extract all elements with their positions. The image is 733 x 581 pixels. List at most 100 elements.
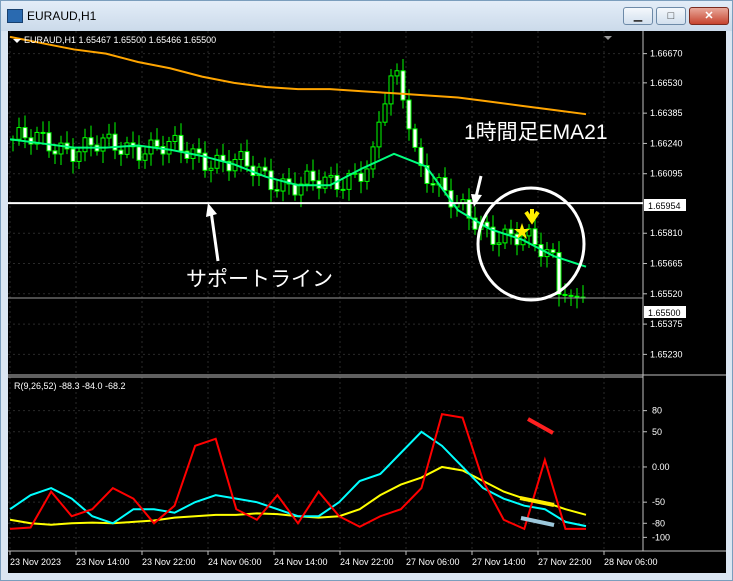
time-tick-label: 28 Nov 06:00 xyxy=(604,557,658,567)
time-tick-label: 23 Nov 22:00 xyxy=(142,557,196,567)
candle-body xyxy=(196,148,202,154)
candle-body xyxy=(502,228,508,244)
price-tick-label: 1.66530 xyxy=(650,78,683,88)
price-tick-label: 1.66670 xyxy=(650,49,683,59)
candle-body xyxy=(562,293,568,296)
candle-body xyxy=(52,150,58,155)
time-tick-label: 23 Nov 14:00 xyxy=(76,557,130,567)
slow-highlight-mark xyxy=(519,496,555,507)
candle-body xyxy=(244,151,250,167)
chart-area[interactable]: EURAUD,H1 1.65467 1.65500 1.65466 1.6550… xyxy=(8,31,726,573)
candle-body xyxy=(376,121,382,148)
candle-body xyxy=(340,188,346,191)
candle-body xyxy=(532,228,538,246)
time-tick-label: 24 Nov 14:00 xyxy=(274,557,328,567)
indicator-tick-label: -100 xyxy=(652,532,670,542)
candle-body xyxy=(328,174,334,178)
candle-body xyxy=(22,127,28,139)
price-tick-label: 1.66095 xyxy=(650,169,683,179)
time-tick-label: 27 Nov 06:00 xyxy=(406,557,460,567)
indicator-tick-label: -80 xyxy=(652,518,665,528)
candle-body xyxy=(70,148,76,162)
time-tick-label: 24 Nov 06:00 xyxy=(208,557,262,567)
close-button[interactable]: ✕ xyxy=(689,7,729,25)
candle-body xyxy=(304,170,310,185)
candle-body xyxy=(382,103,388,123)
maximize-button[interactable]: □ xyxy=(656,7,686,25)
candle-body xyxy=(136,146,142,161)
maximize-icon: □ xyxy=(667,10,675,22)
chart-window-icon xyxy=(7,9,23,23)
candle-body xyxy=(322,176,328,189)
price-tick-label: 1.65230 xyxy=(650,349,683,359)
support-price-label: 1.65954 xyxy=(648,201,681,211)
candle-body xyxy=(166,140,172,155)
ema-arrow-head-icon xyxy=(471,194,482,207)
indicator-tick-label: 0.00 xyxy=(652,462,670,472)
candle-body xyxy=(430,183,436,186)
time-tick-label: 24 Nov 22:00 xyxy=(340,557,394,567)
candle-body xyxy=(178,134,184,152)
candle-body xyxy=(124,142,130,155)
candle-body xyxy=(172,134,178,142)
indicator-tick-label: 80 xyxy=(652,406,662,416)
title-bar[interactable]: EURAUD,H1 ▁ □ ✕ xyxy=(1,1,732,31)
candle-body xyxy=(16,127,22,140)
close-icon: ✕ xyxy=(704,10,714,22)
support-annotation: サポートライン xyxy=(186,268,333,291)
time-tick-label: 23 Nov 2023 xyxy=(10,557,61,567)
candle-body xyxy=(214,154,220,169)
candle-body xyxy=(76,151,82,162)
price-tick-label: 1.66240 xyxy=(650,138,683,148)
current-price-label: 1.65500 xyxy=(648,308,681,318)
candle-body xyxy=(118,149,124,155)
support-arrow-head-icon xyxy=(206,203,217,217)
price-tick-label: 1.65520 xyxy=(650,289,683,299)
candle-body xyxy=(106,133,112,139)
price-tick-label: 1.65810 xyxy=(650,228,683,238)
price-tick-label: 1.66385 xyxy=(650,108,683,118)
indicator-tick-label: -50 xyxy=(652,497,665,507)
fast-highlight-mark xyxy=(527,417,554,435)
candle-body xyxy=(274,189,280,192)
candle-body xyxy=(568,294,574,297)
candle-body xyxy=(154,139,160,147)
time-tick-label: 27 Nov 22:00 xyxy=(538,557,592,567)
slow-ma-line xyxy=(9,35,587,116)
candle-body xyxy=(370,146,376,170)
indicator-header: R(9,26,52) -88.3 -84.0 -68.2 xyxy=(14,381,126,391)
candle-body xyxy=(358,172,364,182)
price-tick-label: 1.65665 xyxy=(650,259,683,269)
minimize-button[interactable]: ▁ xyxy=(623,7,653,25)
symbol-header: EURAUD,H1 1.65467 1.65500 1.65466 1.6550… xyxy=(24,35,216,45)
time-tick-label: 27 Nov 14:00 xyxy=(472,557,526,567)
candle-body xyxy=(88,137,94,146)
indicator-tick-label: 50 xyxy=(652,427,662,437)
ema-annotation: 1時間足EMA21 xyxy=(464,121,608,144)
down-arrow-marker-icon xyxy=(524,209,540,225)
shift-marker-icon[interactable] xyxy=(604,36,612,40)
candle-body xyxy=(550,249,556,254)
candle-body xyxy=(574,295,580,298)
candle-body xyxy=(262,166,268,172)
candle-body xyxy=(364,168,370,182)
candle-body xyxy=(442,177,448,192)
minimize-icon: ▁ xyxy=(633,10,643,22)
chart-menu-triangle-icon[interactable] xyxy=(13,39,21,43)
candle-body xyxy=(142,153,148,161)
chart-canvas[interactable]: EURAUD,H1 1.65467 1.65500 1.65466 1.6550… xyxy=(8,31,726,573)
candle-body xyxy=(412,128,418,148)
window-title: EURAUD,H1 xyxy=(27,9,97,23)
chart-window: EURAUD,H1 ▁ □ ✕ EURAUD,H1 1.65467 1.6550… xyxy=(0,0,733,581)
support-arrow xyxy=(209,210,220,262)
candle-body xyxy=(208,167,214,171)
candle-body xyxy=(406,99,412,130)
candle-body xyxy=(496,242,502,245)
candle-body xyxy=(400,70,406,101)
indicator-axis: 80 50 0.00 -50 -80 -100 xyxy=(643,406,670,542)
candle-body xyxy=(394,70,400,77)
candle-body xyxy=(82,137,88,153)
time-axis: 23 Nov 2023 23 Nov 14:00 23 Nov 22:00 24 No… xyxy=(9,551,658,567)
candle-body xyxy=(268,170,274,191)
price-tick-label: 1.65375 xyxy=(650,319,683,329)
